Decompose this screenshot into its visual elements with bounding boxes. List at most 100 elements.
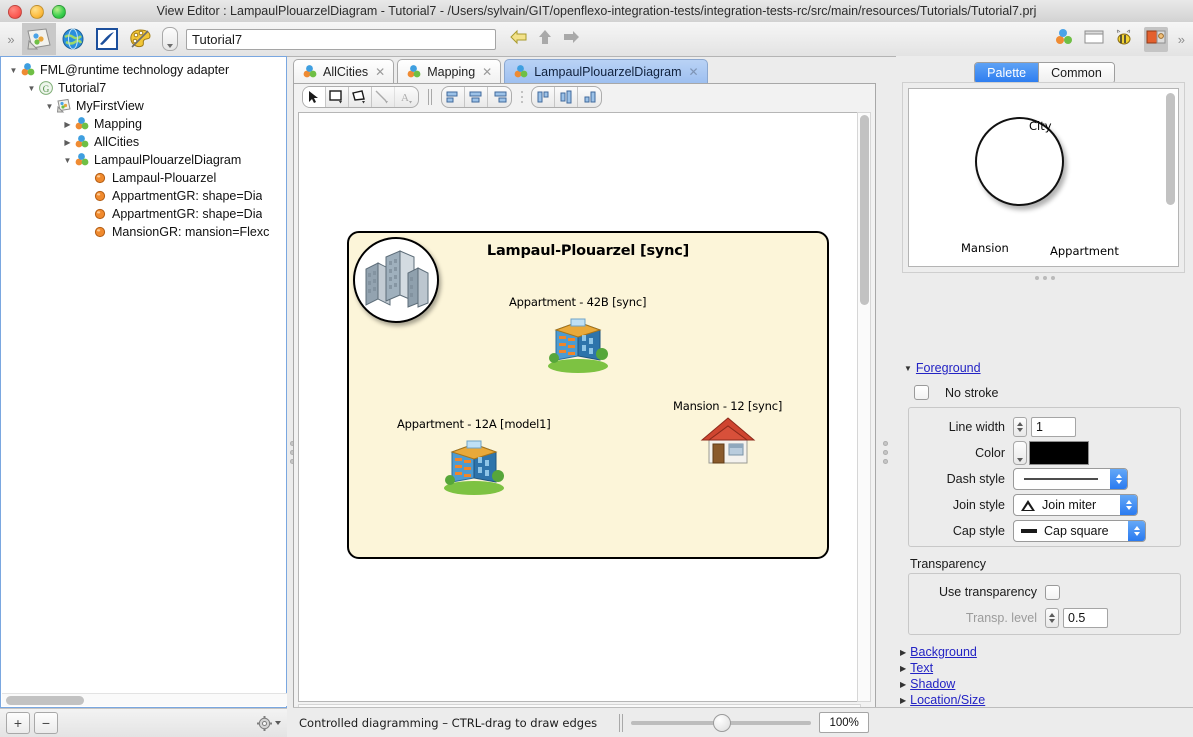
palette-appartment-label[interactable]: Appartment — [1050, 244, 1119, 258]
join-style-combobox[interactable]: Join miter — [1013, 494, 1138, 516]
project-tree[interactable]: ▼ FML@runtime technology adapter ▼ G Tutoria… — [1, 57, 286, 241]
no-stroke-checkbox[interactable] — [914, 385, 929, 400]
swoosh-icon[interactable] — [90, 23, 124, 55]
tree-item[interactable]: MansionGR: mansion=Flexc — [1, 223, 286, 241]
perspective-icon[interactable] — [1143, 26, 1168, 52]
bee-icon[interactable] — [1114, 28, 1134, 51]
line-tool[interactable] — [372, 87, 395, 107]
distribute-bottom-tool[interactable] — [578, 87, 601, 107]
house-icon[interactable] — [673, 416, 782, 466]
tab-common[interactable]: Common — [1038, 63, 1114, 83]
scrollbar-thumb[interactable] — [860, 115, 869, 305]
tree-item[interactable]: AppartmentGR: shape=Dia — [1, 205, 286, 223]
right-splitter[interactable] — [880, 437, 890, 467]
line-width-input[interactable]: 1 — [1031, 417, 1076, 437]
rectangle-tool[interactable] — [326, 87, 349, 107]
apartment-building-icon[interactable] — [509, 312, 646, 374]
minimize-window-button[interactable] — [30, 5, 44, 19]
foreground-section-label[interactable]: Foreground — [916, 361, 981, 375]
tree-item[interactable]: ▼ MyFirstView — [1, 97, 286, 115]
editor-tab[interactable]: Mapping ✕ — [397, 59, 502, 84]
tree-item[interactable]: ▼ LampaulPlouarzelDiagram — [1, 151, 286, 169]
flexo-doc-icon[interactable] — [22, 23, 56, 55]
inspector-section-link[interactable]: Shadow — [910, 677, 955, 691]
settings-gear-button[interactable] — [256, 715, 281, 732]
palette-tabs[interactable]: Palette Common — [896, 56, 1193, 84]
triangle-right-icon[interactable]: ▶ — [900, 696, 906, 705]
diagram-node[interactable]: Appartment - 12A [model1] — [397, 417, 551, 496]
zoom-slider-knob[interactable] — [713, 713, 732, 732]
back-arrow-icon[interactable] — [510, 29, 528, 50]
palette-vertical-scrollbar[interactable] — [1165, 91, 1176, 264]
inspector-section-row[interactable]: ▶ Location/Size — [900, 692, 1180, 708]
editor-tab[interactable]: AllCities ✕ — [293, 59, 395, 84]
diagram-node[interactable]: Appartment - 42B [sync] — [509, 295, 646, 374]
tree-item[interactable]: ▼ FML@runtime technology adapter — [1, 61, 286, 79]
chevron-double-down-icon[interactable]: » — [1178, 32, 1185, 47]
zoom-grip[interactable] — [619, 713, 624, 732]
cap-style-arrow[interactable] — [1128, 521, 1145, 541]
editor-tabbar[interactable]: AllCities ✕ Mapping ✕ LampaulPlouarzelDiagra… — [293, 56, 876, 84]
tree-item[interactable]: ▼ G Tutorial7 — [1, 79, 286, 97]
triangle-right-icon[interactable]: ▶ — [900, 680, 906, 689]
tree-item[interactable]: AppartmentGR: shape=Dia — [1, 187, 286, 205]
toolbar-dropdown-button[interactable] — [162, 27, 178, 51]
transp-level-input[interactable]: 0.5 — [1063, 608, 1108, 628]
cap-style-combobox[interactable]: Cap square — [1013, 520, 1146, 542]
close-icon[interactable]: ✕ — [689, 65, 699, 79]
drawing-tools-group[interactable]: A — [302, 86, 419, 108]
window-controls[interactable] — [8, 5, 66, 19]
canvas-vertical-scrollbar[interactable] — [857, 112, 871, 702]
dash-style-arrow[interactable] — [1110, 469, 1127, 489]
scrollbar-thumb[interactable] — [6, 696, 84, 705]
diagram-canvas[interactable]: Lampaul-Plouarzel [sync] Appartment - 42… — [298, 112, 861, 702]
triangle-down-icon[interactable]: ▼ — [61, 156, 74, 165]
select-arrow-tool[interactable] — [303, 87, 326, 107]
inspector-section-row[interactable]: ▶ Background — [900, 644, 1180, 660]
browser-horizontal-scrollbar[interactable] — [2, 693, 287, 706]
city-shape[interactable]: Lampaul-Plouarzel [sync] Appartment - 42… — [347, 231, 829, 559]
editor-tab[interactable]: LampaulPlouarzelDiagram ✕ — [504, 59, 708, 84]
inspector-section-row[interactable]: ▶ Shadow — [900, 676, 1180, 692]
line-width-stepper[interactable] — [1013, 417, 1027, 437]
color-swatch[interactable] — [1029, 441, 1089, 465]
tree-item[interactable]: ▶ Mapping — [1, 115, 286, 133]
color-dropdown-button[interactable] — [1013, 441, 1027, 465]
triangle-right-icon[interactable]: ▶ — [900, 664, 906, 673]
molecule-icon[interactable] — [1054, 28, 1074, 51]
triangle-down-icon[interactable]: ▼ — [43, 102, 56, 111]
polygon-tool[interactable] — [349, 87, 372, 107]
tab-palette[interactable]: Palette — [975, 63, 1039, 83]
text-tool[interactable]: A — [395, 87, 418, 107]
globe-icon[interactable] — [56, 23, 90, 55]
diagram-node[interactable]: Mansion - 12 [sync] — [673, 399, 782, 466]
add-button[interactable]: + — [6, 712, 30, 734]
align-center-tool[interactable] — [465, 87, 488, 107]
triangle-right-icon[interactable]: ▶ — [61, 138, 74, 147]
zoom-slider[interactable] — [631, 713, 812, 732]
triangle-right-icon[interactable]: ▶ — [900, 648, 906, 657]
distribute-middle-tool[interactable] — [555, 87, 578, 107]
palette-common-segmented-control[interactable]: Palette Common — [974, 62, 1115, 84]
up-arrow-icon[interactable] — [538, 29, 552, 50]
join-style-arrow[interactable] — [1120, 495, 1137, 515]
dash-style-combobox[interactable] — [1013, 468, 1128, 490]
close-icon[interactable]: ✕ — [375, 65, 385, 79]
remove-button[interactable]: − — [34, 712, 58, 734]
palette-icon[interactable] — [124, 23, 158, 55]
triangle-down-icon[interactable]: ▼ — [25, 84, 38, 93]
use-transparency-checkbox[interactable] — [1045, 584, 1060, 600]
scrollbar-thumb[interactable] — [1166, 93, 1175, 205]
transp-level-stepper[interactable] — [1045, 608, 1059, 628]
distribute-top-tool[interactable] — [532, 87, 555, 107]
inspector-section-link[interactable]: Background — [910, 645, 977, 659]
close-icon[interactable]: ✕ — [482, 65, 492, 79]
toolbar-grip[interactable] — [428, 89, 432, 105]
tree-item[interactable]: Lampaul-Plouarzel — [1, 169, 286, 187]
skyscrapers-icon[interactable] — [353, 237, 439, 323]
align-right-tool[interactable] — [488, 87, 511, 107]
maximize-window-button[interactable] — [52, 5, 66, 19]
panel-resize-handle[interactable] — [896, 276, 1193, 280]
triangle-right-icon[interactable]: ▶ — [61, 120, 74, 129]
align-tools-group[interactable] — [441, 86, 512, 108]
